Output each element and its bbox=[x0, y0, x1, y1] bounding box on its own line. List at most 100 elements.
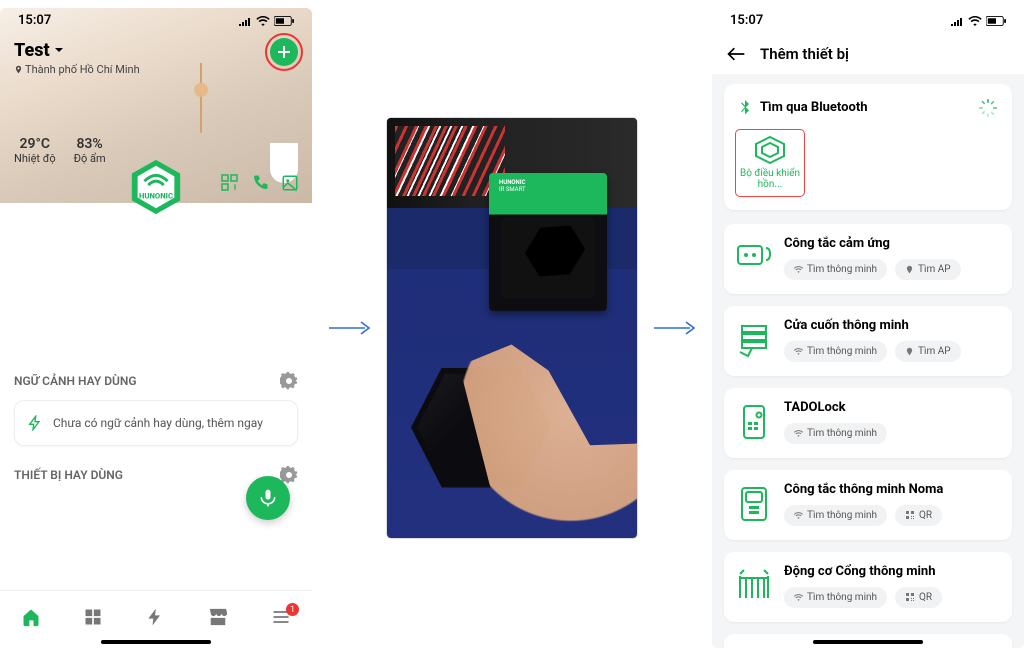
temp-label: Nhiệt độ bbox=[14, 152, 56, 165]
bluetooth-found-label: Bộ điều khiển hồn... bbox=[740, 168, 800, 190]
chip-wifi[interactable]: Tìm thông minh bbox=[784, 341, 887, 362]
mic-button[interactable] bbox=[246, 476, 290, 520]
scene-empty-card[interactable]: Chưa có ngữ cảnh hay dùng, thêm ngay bbox=[14, 400, 298, 446]
menu-badge: 1 bbox=[286, 603, 299, 616]
tab-rooms[interactable] bbox=[83, 607, 103, 631]
call-icon[interactable] bbox=[250, 173, 270, 193]
device-type-icon bbox=[736, 568, 772, 604]
weather-row: 29°C Nhiệt độ 83% Độ ẩm bbox=[0, 76, 312, 165]
signal-icon bbox=[950, 16, 964, 26]
status-bar: 15:07 bbox=[0, 8, 312, 34]
device-type-card[interactable]: TADOLock Tìm thông minh bbox=[724, 388, 1012, 458]
home-icon bbox=[21, 607, 41, 627]
grid-icon[interactable] bbox=[220, 173, 240, 193]
section-scenes-label: NGỮ CẢNH HAY DÙNG bbox=[14, 374, 137, 388]
device-type-card[interactable]: Công tắc thông minh Noma Tìm thông minh Q… bbox=[724, 470, 1012, 540]
screen-title: Thêm thiết bị bbox=[760, 45, 849, 63]
store-icon bbox=[207, 607, 229, 627]
device-type-icon bbox=[736, 322, 772, 358]
hero-quick-actions bbox=[220, 173, 300, 193]
screen-title-bar: Thêm thiết bị bbox=[712, 34, 1024, 74]
chip-wifi[interactable]: Tìm thông minh bbox=[784, 505, 887, 526]
device-type-card[interactable]: Cửa cuốn thông minh Tìm thông minh Tìm AP bbox=[724, 306, 1012, 376]
chip-qr[interactable]: QR bbox=[895, 505, 942, 526]
chip-wifi[interactable]: Tìm thông minh bbox=[784, 259, 887, 280]
battery-icon bbox=[274, 16, 294, 26]
chip-pin[interactable]: Tìm AP bbox=[895, 259, 961, 280]
bluetooth-search-card: Tìm qua Bluetooth Bộ điều khiển hồn... bbox=[724, 84, 1012, 210]
hum-label: Độ ẩm bbox=[74, 152, 106, 165]
device-type-card[interactable]: Động cơ Cổng thông minh Tìm thông minh QR bbox=[724, 552, 1012, 622]
home-name-label: Test bbox=[14, 40, 50, 61]
section-devices-label: THIẾT BỊ HAY DÙNG bbox=[14, 468, 123, 482]
section-scenes-header: NGỮ CẢNH HAY DÙNG bbox=[14, 372, 298, 390]
home-selector[interactable]: Test bbox=[14, 40, 298, 61]
home-header: Test Thành phố Hồ Chí Minh bbox=[0, 34, 312, 76]
device-type-title: Cửa cuốn thông minh bbox=[784, 318, 1000, 333]
wifi-icon bbox=[968, 16, 982, 26]
device-type-title: Công tắc thông minh Noma bbox=[784, 482, 1000, 497]
bluetooth-title: Tìm qua Bluetooth bbox=[760, 100, 868, 115]
device-type-title: Động cơ Cổng thông minh bbox=[784, 564, 1000, 579]
product-photo: HUNONIC IR SMART bbox=[387, 118, 637, 538]
bolt-icon bbox=[27, 415, 43, 431]
svg-text:HUNONIC: HUNONIC bbox=[139, 191, 173, 200]
bluetooth-header: Tìm qua Bluetooth bbox=[738, 98, 998, 118]
home-body: NGỮ CẢNH HAY DÙNG Chưa có ngữ cảnh hay d… bbox=[0, 360, 312, 590]
device-type-title: Công tắc cảm ứng bbox=[784, 236, 1000, 251]
chip-wifi[interactable]: Tìm thông minh bbox=[784, 587, 887, 608]
status-indicators bbox=[238, 16, 294, 26]
scene-empty-label: Chưa có ngữ cảnh hay dùng, thêm ngay bbox=[53, 416, 263, 430]
add-device-screen: 15:07 Thêm thiết bị Tìm qua Bluetooth bbox=[712, 8, 1024, 648]
device-type-icon bbox=[736, 486, 772, 522]
tab-menu[interactable]: 1 bbox=[271, 607, 291, 631]
gear-icon[interactable] bbox=[280, 372, 298, 390]
temp-value: 29°C bbox=[14, 136, 56, 152]
mic-icon bbox=[258, 488, 278, 508]
chip-pin[interactable]: Tìm AP bbox=[895, 341, 961, 362]
loading-spinner-icon bbox=[978, 98, 998, 118]
status-indicators bbox=[950, 16, 1006, 26]
caret-down-icon bbox=[54, 45, 64, 55]
product-box: HUNONIC IR SMART bbox=[489, 173, 607, 311]
device-type-icon bbox=[736, 240, 772, 276]
home-location-label: Thành phố Hồ Chí Minh bbox=[25, 63, 140, 76]
plus-icon bbox=[276, 44, 292, 60]
tab-automation[interactable] bbox=[145, 607, 165, 631]
location-pin-icon bbox=[14, 65, 23, 74]
home-screen: 15:07 Test Thành phố Hồ Chí Minh 29°C Nh… bbox=[0, 8, 312, 648]
status-time: 15:07 bbox=[18, 13, 51, 28]
signal-icon bbox=[238, 16, 252, 26]
flow-arrow-2 bbox=[652, 318, 698, 338]
battery-icon bbox=[986, 16, 1006, 26]
hunonic-logo: HUNONIC bbox=[127, 158, 185, 216]
product-box-hex bbox=[524, 223, 585, 279]
grid-icon bbox=[83, 607, 103, 627]
chip-qr[interactable]: QR bbox=[895, 587, 942, 608]
home-indicator bbox=[813, 640, 923, 644]
tab-store[interactable] bbox=[207, 607, 229, 631]
wifi-icon bbox=[256, 16, 270, 26]
device-list: Tìm qua Bluetooth Bộ điều khiển hồn... C… bbox=[712, 74, 1024, 648]
back-icon[interactable] bbox=[726, 44, 746, 64]
hum-value: 83% bbox=[74, 136, 106, 152]
status-time: 15:07 bbox=[730, 13, 763, 28]
add-device-button[interactable] bbox=[270, 38, 298, 66]
home-indicator bbox=[101, 640, 211, 644]
bluetooth-icon bbox=[738, 100, 752, 116]
tab-home[interactable] bbox=[21, 607, 41, 631]
image-icon[interactable] bbox=[280, 173, 300, 193]
device-type-title: TADOLock bbox=[784, 400, 1000, 415]
weather-temp: 29°C Nhiệt độ bbox=[14, 136, 56, 165]
weather-humidity: 83% Độ ẩm bbox=[74, 136, 106, 165]
chip-wifi[interactable]: Tìm thông minh bbox=[784, 423, 887, 444]
product-box-brand: HUNONIC IR SMART bbox=[499, 179, 526, 193]
status-bar: 15:07 bbox=[712, 8, 1024, 34]
device-type-icon bbox=[736, 646, 772, 648]
flow-arrow-1 bbox=[327, 318, 373, 338]
home-location[interactable]: Thành phố Hồ Chí Minh bbox=[14, 63, 298, 76]
device-type-icon bbox=[736, 404, 772, 440]
bolt-icon bbox=[145, 607, 165, 627]
device-type-card[interactable]: Công tắc cảm ứng Tìm thông minh Tìm AP bbox=[724, 224, 1012, 294]
bluetooth-found-device[interactable]: Bộ điều khiển hồn... bbox=[738, 132, 802, 194]
